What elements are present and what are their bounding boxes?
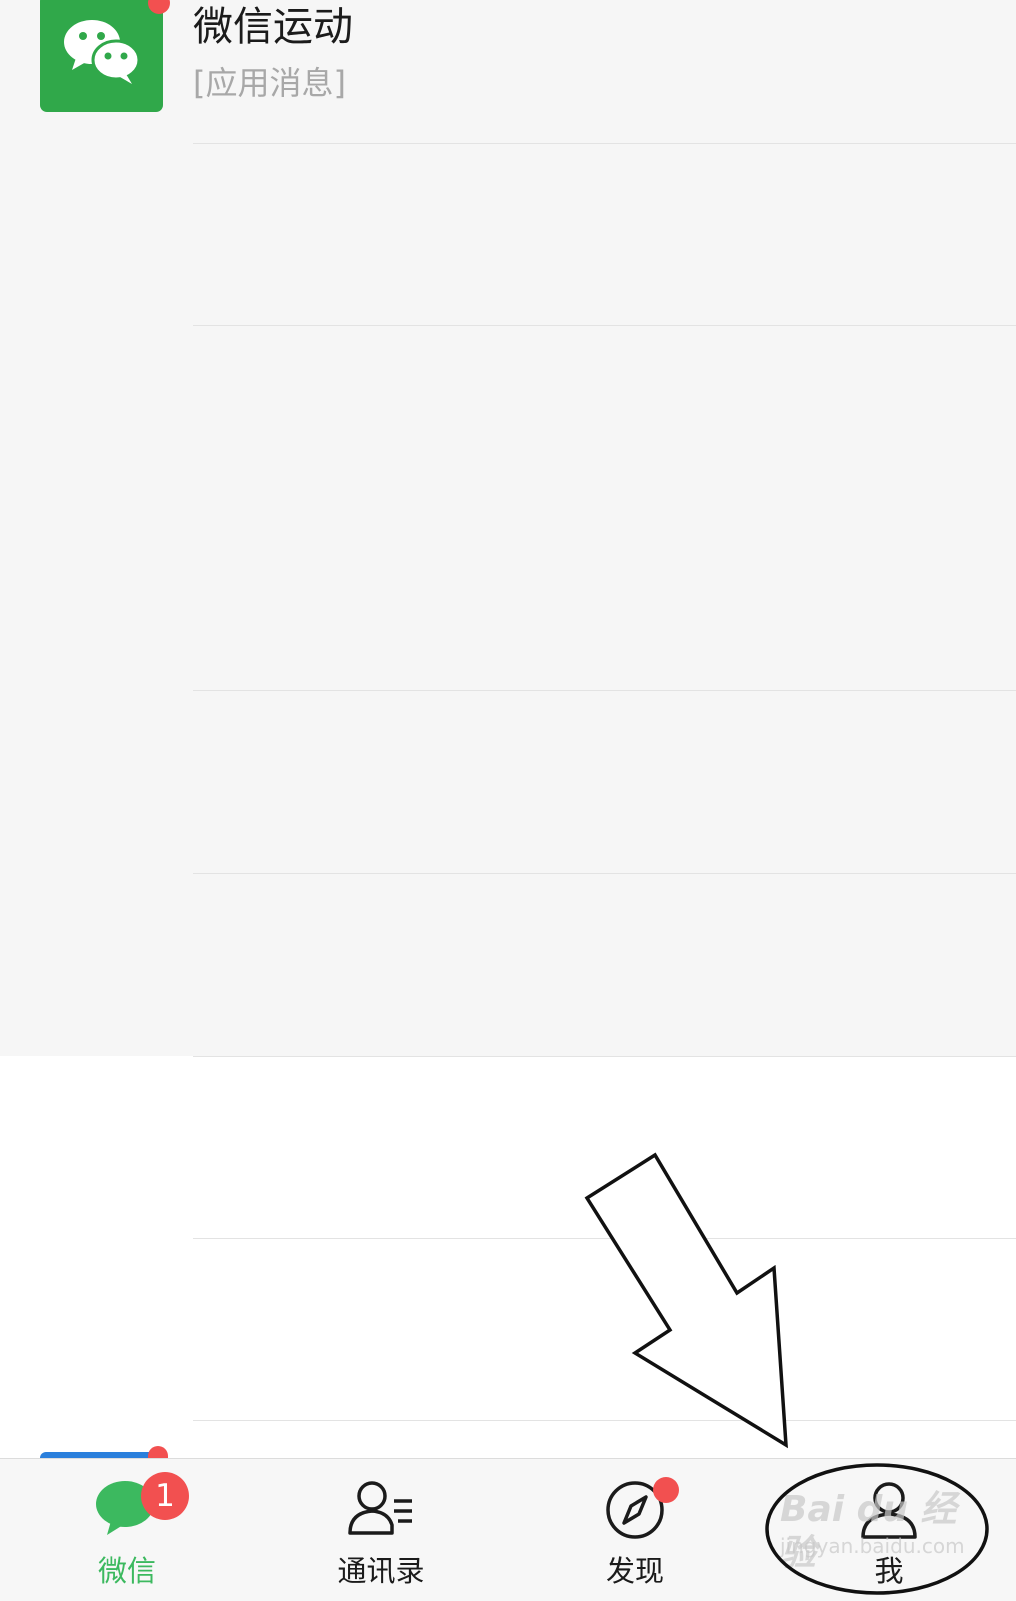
chat-list: 微信运动 [应用消息] xyxy=(0,0,1016,1462)
tab-me[interactable]: 我 xyxy=(762,1459,1016,1601)
unread-badge: 1 xyxy=(141,1472,189,1520)
row-divider xyxy=(193,143,1016,144)
row-divider xyxy=(193,1238,1016,1239)
row-divider xyxy=(193,325,1016,326)
chat-list-white-region xyxy=(0,1056,1016,1458)
row-divider xyxy=(193,690,1016,691)
chat-item-preview: [应用消息] xyxy=(193,64,346,102)
bottom-tab-bar: 1 微信 通讯录 发现 我 xyxy=(0,1458,1016,1601)
tab-discover[interactable]: 发现 xyxy=(508,1459,762,1601)
wechat-logo-icon xyxy=(40,0,163,112)
row-divider xyxy=(193,873,1016,874)
tab-wechat[interactable]: 1 微信 xyxy=(0,1459,254,1601)
chat-item-wechat-sports[interactable]: 微信运动 [应用消息] xyxy=(0,0,1016,143)
person-icon xyxy=(858,1479,920,1545)
row-divider xyxy=(193,1420,1016,1421)
row-divider xyxy=(193,1056,1016,1057)
tab-label: 微信 xyxy=(97,1554,156,1588)
tab-label: 我 xyxy=(874,1554,904,1588)
tab-label: 通讯录 xyxy=(337,1554,425,1588)
tab-label: 发现 xyxy=(605,1554,664,1588)
chat-item-name: 微信运动 xyxy=(193,4,353,50)
chat-list-gray-region xyxy=(0,0,1016,1056)
contacts-icon xyxy=(346,1479,416,1541)
unread-dot xyxy=(653,1477,679,1503)
tab-contacts[interactable]: 通讯录 xyxy=(254,1459,508,1601)
